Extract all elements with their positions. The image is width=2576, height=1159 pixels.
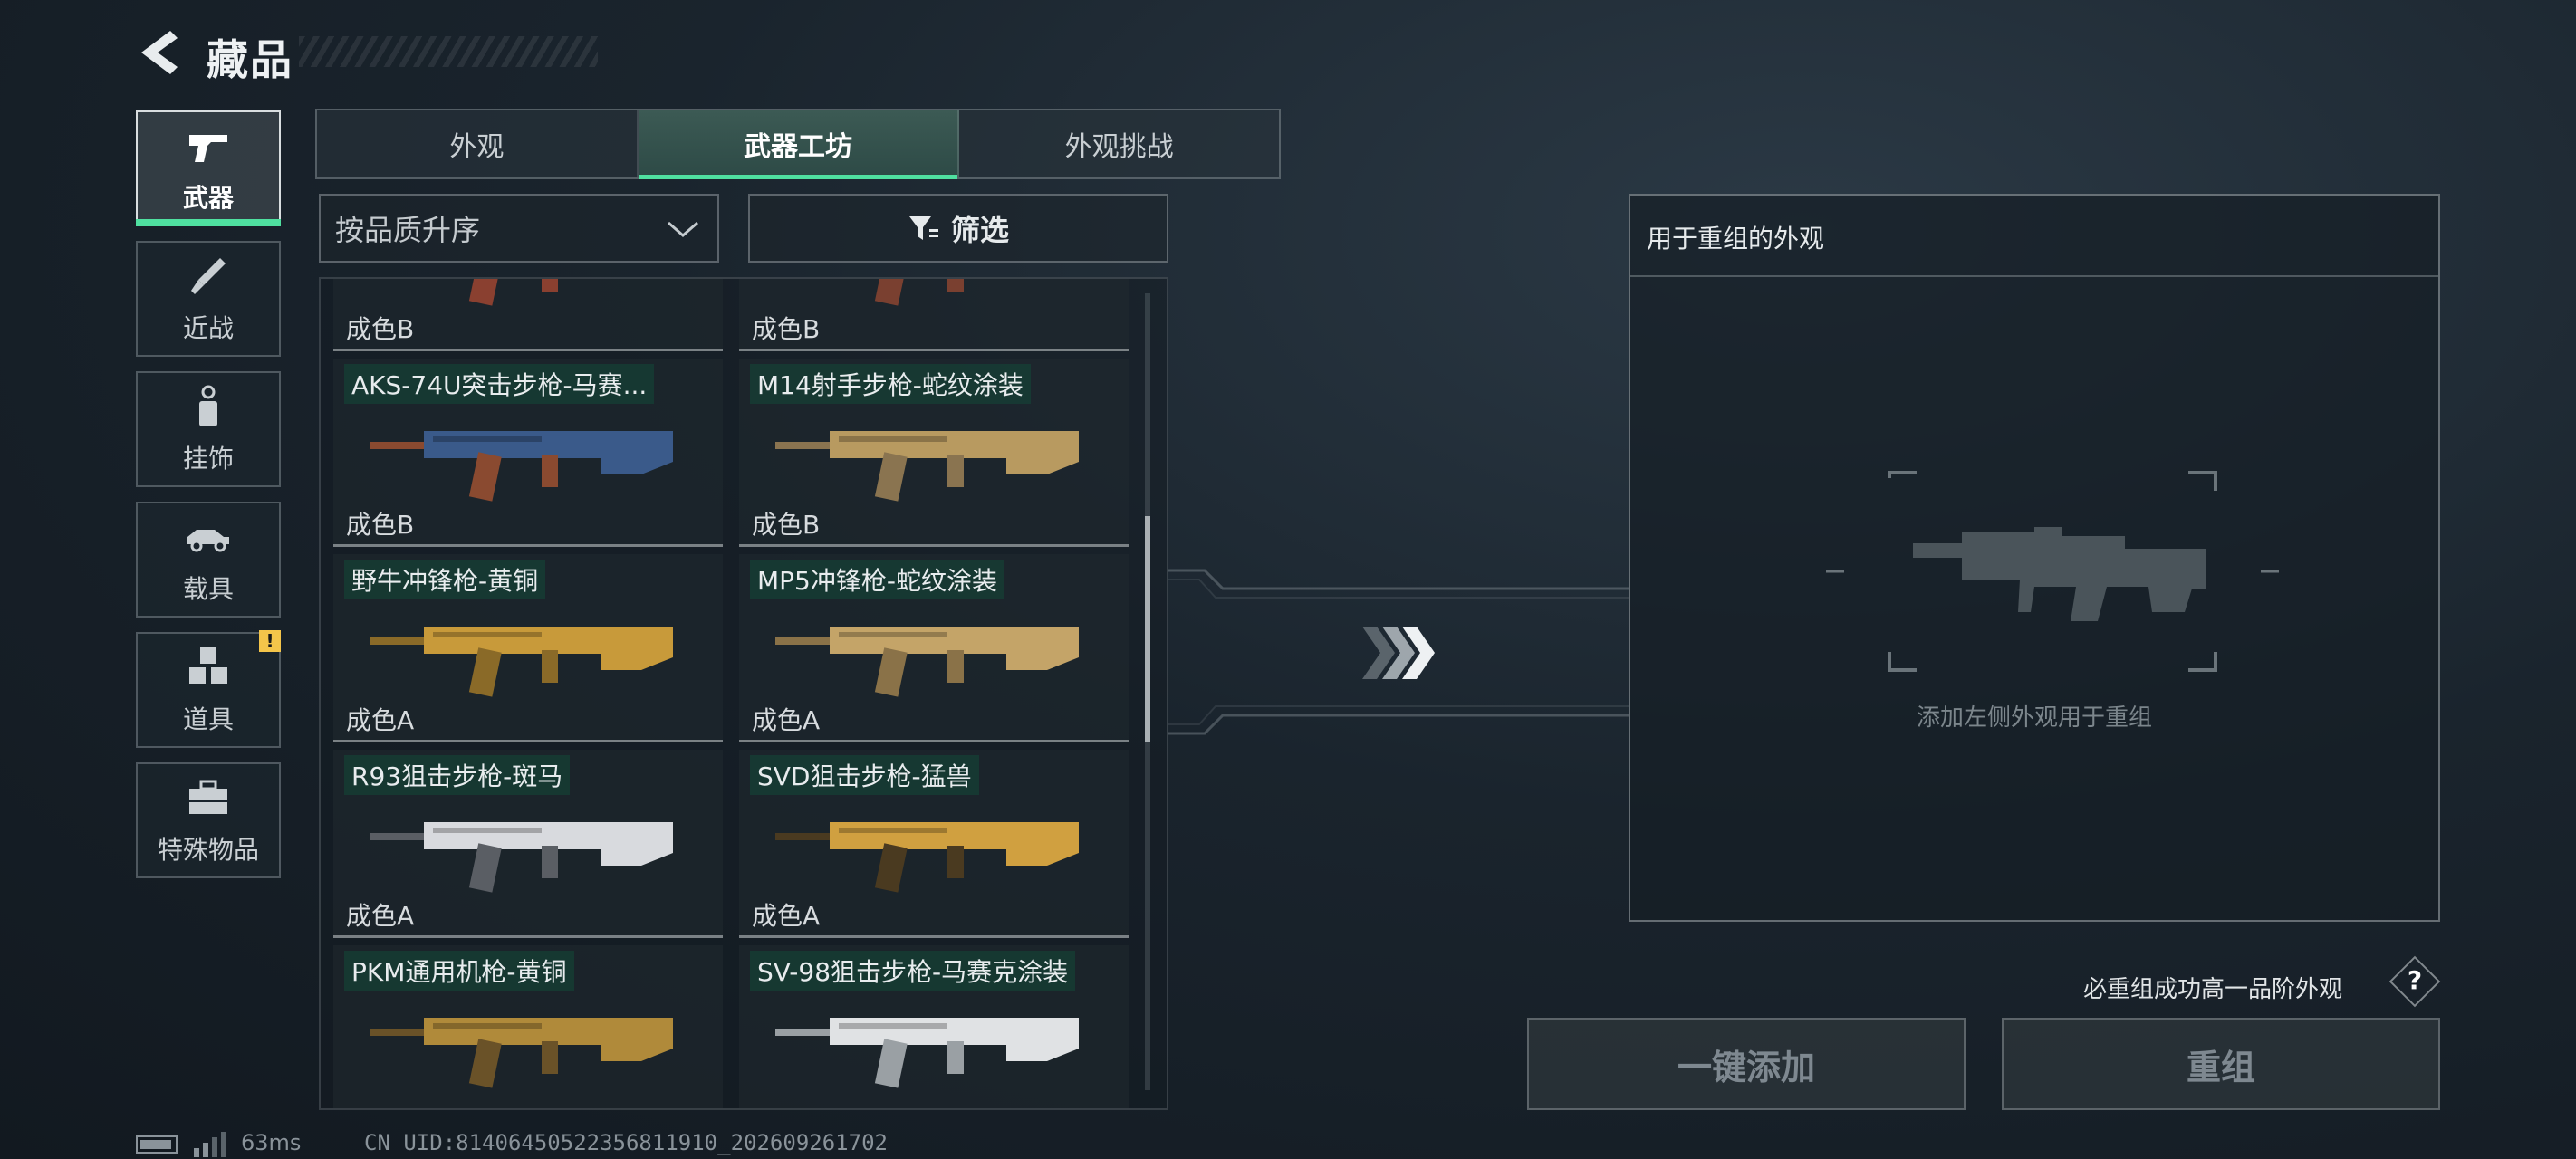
toolbox-icon: [189, 780, 227, 814]
tab-bar: 外观 武器工坊 外观挑战: [315, 109, 1281, 179]
condition-grade: 成色A: [752, 901, 821, 931]
filter-icon: [908, 216, 938, 240]
category-melee[interactable]: 近战: [136, 241, 281, 357]
card-divider: [333, 544, 723, 547]
weapon-image: [874, 279, 964, 306]
user-uid: CN UID:8140645052235681191​0_20260926170…: [364, 1130, 888, 1155]
card-divider: [739, 544, 1129, 547]
card-divider: [739, 349, 1129, 351]
weapon-skin-name: PKM通用机枪-黄铜: [344, 951, 574, 991]
weapon-skin-name: SV-98狙击步枪-马赛克涂装: [750, 951, 1076, 991]
tab-weapon-workshop[interactable]: 武器工坊: [638, 110, 960, 179]
title-decoration: [299, 36, 598, 67]
charm-icon: [199, 385, 217, 426]
category-special[interactable]: 特殊物品: [136, 762, 281, 878]
pistol-icon: [189, 135, 227, 162]
sort-label: 按品质升序: [335, 213, 481, 247]
weapon-skin-card[interactable]: 野牛冲锋枪-黄铜成色A: [333, 554, 723, 742]
weapon-image: [370, 822, 673, 893]
weapon-image: [775, 822, 1079, 893]
weapon-skin-name: MP5冲锋枪-蛇纹涂装: [750, 560, 1004, 599]
weapon-image: [370, 1018, 673, 1088]
sort-dropdown[interactable]: 按品质升序: [319, 194, 719, 263]
weapon-skin-card[interactable]: MP5冲锋枪-蛇纹涂装成色A: [739, 554, 1129, 742]
placeholder-rifle-icon: [1826, 471, 2279, 672]
category-weapons[interactable]: 武器: [136, 110, 281, 226]
card-divider: [333, 740, 723, 742]
condition-grade: 成色A: [346, 901, 415, 931]
weapon-skin-card[interactable]: R93狙击步枪-斑马成色A: [333, 750, 723, 938]
category-label: 武器: [182, 183, 234, 213]
panel-hint: 添加左侧外观用于重组: [1916, 704, 2152, 732]
category-vehicles[interactable]: 载具: [136, 502, 281, 618]
filter-button[interactable]: 筛选: [748, 194, 1168, 263]
condition-grade: 成色A: [346, 705, 415, 735]
weapon-skin-card[interactable]: PKM通用机枪-黄铜: [333, 945, 723, 1108]
weapon-skin-card[interactable]: M14射手步枪-蛇纹涂装成色B: [739, 359, 1129, 547]
weapon-skin-name: M14射手步枪-蛇纹涂装: [750, 364, 1031, 404]
condition-grade: 成色B: [752, 314, 821, 344]
help-icon[interactable]: ?: [2397, 965, 2433, 1001]
add-all-button[interactable]: 一键添加: [1527, 1018, 1966, 1110]
weapon-skin-card[interactable]: SVD狙击步枪-猛兽成色A: [739, 750, 1129, 938]
battery-icon: [136, 1135, 178, 1154]
category-label: 挂饰: [182, 444, 234, 474]
warning-badge: !: [259, 630, 281, 652]
category-label: 载具: [182, 574, 234, 604]
condition-grade: 成色B: [346, 314, 415, 344]
weapon-skin-name: 野牛冲锋枪-黄铜: [344, 560, 546, 599]
category-charms[interactable]: 挂饰: [136, 371, 281, 487]
recombine-panel: 用于重组的外观 添加左侧外观用于重组: [1629, 194, 2440, 922]
filter-label: 筛选: [950, 213, 1009, 247]
weapon-image: [468, 279, 558, 306]
page-title: 藏品: [207, 35, 293, 84]
weapon-skin-list[interactable]: 成色B 成色B AKS-74U突击步枪-马赛... 成色B M14射手步枪-蛇纹涂装 成色…: [319, 277, 1168, 1110]
condition-grade: 成色B: [346, 510, 415, 540]
knife-icon: [191, 258, 226, 294]
category-label: 特殊物品: [157, 835, 259, 865]
chevron-down-icon: [668, 221, 698, 237]
recombine-note: 必重组成功高一品阶外观: [2083, 976, 2343, 1003]
vehicle-icon: [187, 530, 229, 552]
ping-readout: 63ms: [241, 1130, 302, 1155]
weapon-skin-card[interactable]: AKS-74U突击步枪-马赛... 成色B: [333, 359, 723, 547]
weapon-image: [370, 627, 673, 697]
tab-appearance-challenge[interactable]: 外观挑战: [959, 110, 1279, 177]
weapon-skin-name: R93狙击步枪-斑马: [344, 755, 571, 795]
card-divider: [739, 935, 1129, 938]
weapon-skin-card[interactable]: 成色B: [739, 279, 1129, 351]
card-divider: [739, 740, 1129, 742]
panel-title: 用于重组的外观: [1630, 196, 2438, 277]
card-divider: [333, 349, 723, 351]
recombine-button[interactable]: 重组: [2002, 1018, 2440, 1110]
weapon-image: [775, 627, 1079, 697]
signal-icon: [194, 1132, 226, 1157]
scrollbar-thumb[interactable]: [1145, 516, 1150, 742]
category-label: 道具: [182, 704, 234, 734]
weapon-image: [775, 1018, 1079, 1088]
weapon-skin-card[interactable]: 成色B: [333, 279, 723, 351]
back-arrow-icon[interactable]: [134, 27, 185, 78]
weapon-skin-name: AKS-74U突击步枪-马赛...: [344, 364, 655, 404]
tab-appearance[interactable]: 外观: [317, 110, 639, 177]
condition-grade: 成色B: [752, 510, 821, 540]
items-icon: [189, 647, 227, 684]
weapon-image: [370, 431, 673, 502]
weapon-skin-name: SVD狙击步枪-猛兽: [750, 755, 979, 795]
condition-grade: 成色A: [752, 705, 821, 735]
weapon-image: [775, 431, 1079, 502]
category-label: 近战: [182, 313, 234, 343]
forward-arrows-icon: [1362, 627, 1435, 679]
card-divider: [333, 935, 723, 938]
weapon-skin-card[interactable]: SV-98狙击步枪-马赛克涂装: [739, 945, 1129, 1108]
